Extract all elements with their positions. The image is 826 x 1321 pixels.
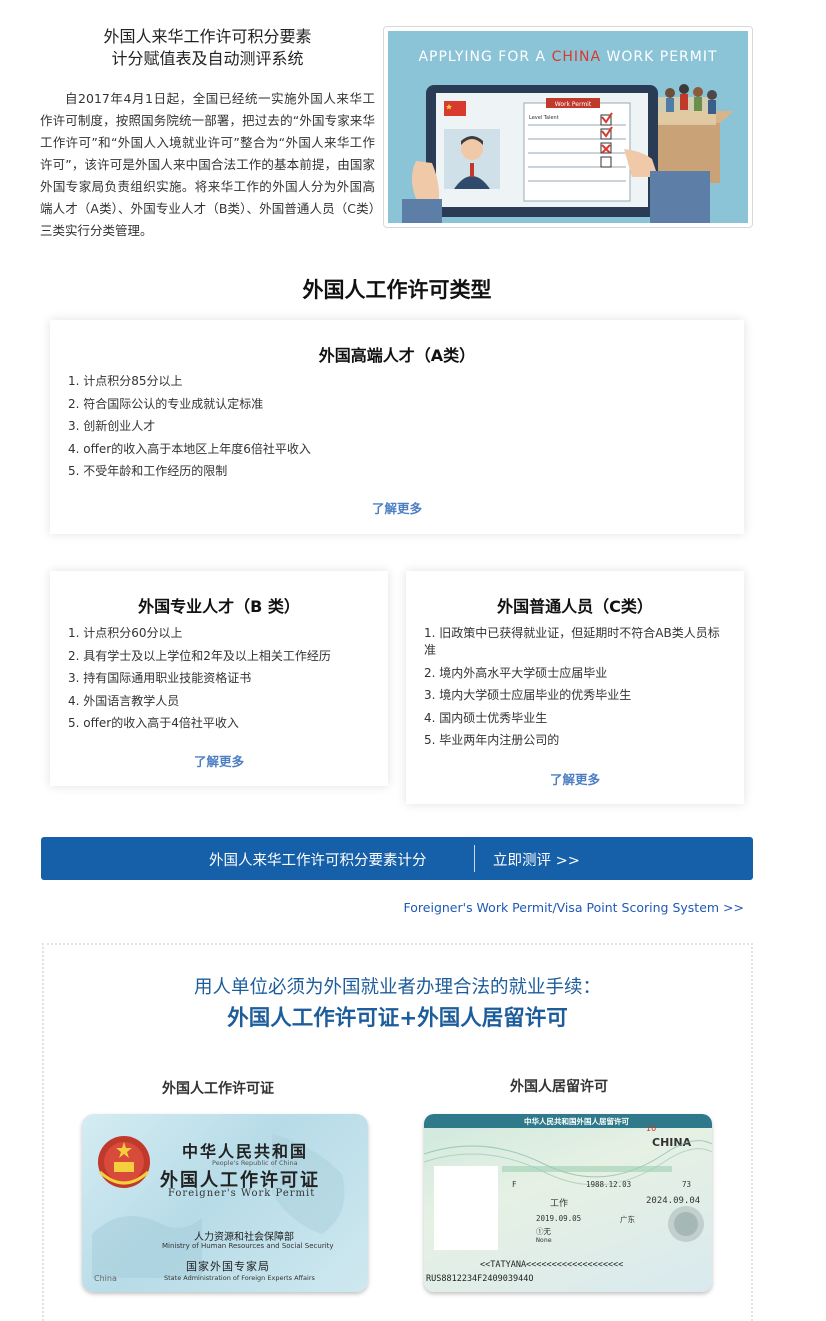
card-a-more-link[interactable]: 了解更多 — [50, 498, 744, 517]
permit-cn-ministry: 人力资源和社会保障部 — [194, 1232, 294, 1243]
card-b-list: 1. 计点积分60分以上 2. 具有学士及以上学位和2年及以上相关工作经历 3.… — [68, 625, 331, 738]
card-talent-b: 外国专业人才（B 类） 1. 计点积分60分以上 2. 具有学士及以上学位和2年… — [50, 571, 388, 786]
hero-illustration: APPLYING FOR A CHINA WORK PERMIT Work Pe… — [388, 31, 748, 223]
card-c-more-link[interactable]: 了解更多 — [406, 769, 744, 788]
visa-mrz-line2: RUS8812234F240903944O — [426, 1274, 534, 1284]
intro-title: 外国人来华工作许可积分要素 计分赋值表及自动测评系统 — [60, 26, 355, 70]
permit-en-bureau: State Administration of Foreign Experts … — [164, 1274, 315, 1282]
list-item: 3. 持有国际通用职业技能资格证书 — [68, 671, 252, 685]
card-c-title: 外国普通人员（C类） — [497, 597, 653, 616]
residence-permit-label: 外国人居留许可 — [510, 1079, 608, 1095]
visa-issued: 2019.09.05 — [536, 1214, 582, 1223]
list-item: 1. 计点积分85分以上 — [68, 374, 183, 388]
scoring-banner[interactable]: 外国人来华工作许可积分要素计分 立即测评 >> — [41, 837, 753, 880]
work-permit-label: 外国人工作许可证 — [162, 1081, 274, 1097]
start-test-button[interactable]: 立即测评 >> — [493, 849, 580, 870]
list-item: 3. 创新创业人才 — [68, 419, 156, 433]
requirements-subtitle: 用人单位必须为外国就业者办理合法的就业手续： — [193, 977, 601, 998]
card-b-more-link[interactable]: 了解更多 — [50, 751, 388, 770]
section-title: 外国人工作许可类型 — [302, 278, 492, 302]
visa-entries-en: None — [536, 1236, 552, 1244]
list-item: 2. 境内外高水平大学硕士应届毕业 — [424, 665, 608, 680]
list-item: 4. 国内硕士优秀毕业生 — [424, 710, 548, 725]
hero-image: APPLYING FOR A CHINA WORK PERMIT Work Pe… — [383, 26, 753, 228]
requirements-main: 外国人工作许可证+外国人居留许可 — [227, 1006, 568, 1031]
list-item: 5. 毕业两年内注册公司的 — [424, 733, 560, 747]
list-item: 1. 旧政策中已获得就业证，但延期时不符合AB类人员标准 — [424, 626, 720, 657]
list-item: 1. 计点积分60分以上 — [68, 626, 183, 640]
visa-photo — [434, 1166, 498, 1250]
list-item: 5. offer的收入高于4倍社平收入 — [68, 716, 239, 730]
card-a-title: 外国高端人才（A类） — [318, 346, 476, 365]
card-talent-a: 外国高端人才（A类） 1. 计点积分85分以上 2. 符合国际公认的专业成就认定… — [50, 320, 744, 534]
list-item: 4. 外国语言教学人员 — [68, 693, 180, 708]
list-item: 2. 符合国际公认的专业成就认定标准 — [68, 396, 264, 411]
visa-mrz-line1: <<TATYANA<<<<<<<<<<<<<<<<<<< — [480, 1260, 624, 1270]
banner-label: 外国人来华工作许可积分要素计分 — [209, 853, 427, 869]
intro-title-line1: 外国人来华工作许可积分要素 — [103, 27, 312, 46]
permit-en-ministry: Ministry of Human Resources and Social S… — [162, 1242, 334, 1250]
form-level: Level Talent — [529, 115, 559, 121]
visa-sex: F — [512, 1180, 517, 1189]
permit-en-title: Foreigner's Work Permit — [168, 1188, 316, 1199]
visa-place: 广东 — [620, 1215, 635, 1224]
card-b-title: 外国专业人才（B 类） — [138, 597, 300, 616]
work-permit-card-image: 中华人民共和国 People's Republic of China 外国人工作… — [82, 1114, 368, 1292]
residence-permit-image: 中华人民共和国外国人居留许可 10 CHINA F 1988.12.03 73 … — [424, 1114, 712, 1292]
list-item: 2. 具有学士及以上学位和2年及以上相关工作经历 — [68, 648, 331, 663]
card-c-list: 1. 旧政策中已获得就业证，但延期时不符合AB类人员标准 2. 境内外高水平大学… — [424, 625, 729, 755]
list-item: 5. 不受年龄和工作经历的限制 — [68, 464, 228, 478]
card-talent-c: 外国普通人员（C类） 1. 旧政策中已获得就业证，但延期时不符合AB类人员标准 … — [406, 571, 744, 804]
visa-birth: 1988.12.03 — [586, 1180, 632, 1189]
intro-title-line2: 计分赋值表及自动测评系统 — [111, 49, 304, 68]
list-item: 4. offer的收入高于本地区上年度6倍社平收入 — [68, 441, 311, 456]
permit-cn-bureau: 国家外国专家局 — [186, 1260, 270, 1273]
form-title: Work Permit — [555, 101, 592, 108]
permit-china: China — [94, 1274, 117, 1283]
visa-code: 73 — [682, 1180, 692, 1189]
list-item: 3. 境内大学硕士应届毕业的优秀毕业生 — [424, 688, 632, 702]
visa-purpose: 工作 — [550, 1199, 569, 1209]
card-a-list: 1. 计点积分85分以上 2. 符合国际公认的专业成就认定标准 3. 创新创业人… — [68, 373, 311, 486]
banner-divider — [474, 845, 475, 872]
visa-expiry: 2024.09.04 — [646, 1196, 701, 1206]
english-scoring-link[interactable]: Foreigner's Work Permit/Visa Point Scori… — [404, 900, 744, 915]
intro-paragraph: 自2017年4月1日起，全国已经统一实施外国人来华工作许可制度，按照国务院统一部… — [40, 91, 375, 238]
tablet-illustration-icon: Work Permit Level Talent — [402, 84, 734, 223]
